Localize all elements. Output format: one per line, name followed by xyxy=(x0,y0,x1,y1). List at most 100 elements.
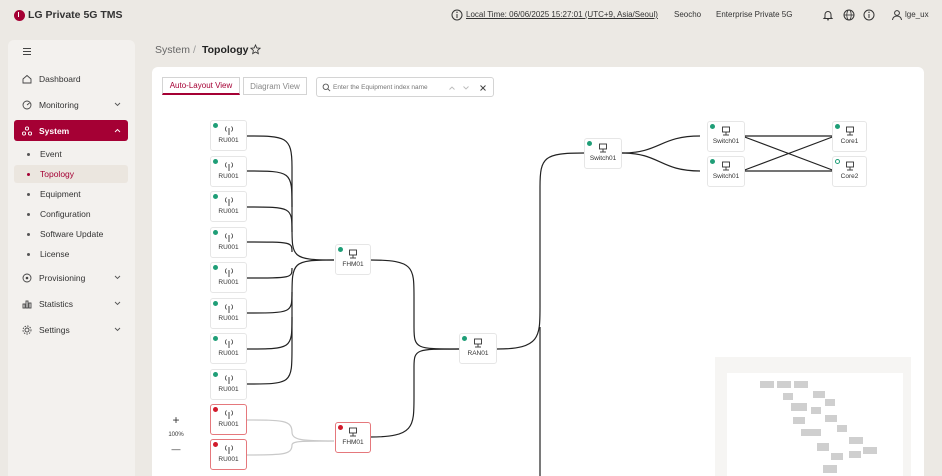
switch-node[interactable]: Switch01 xyxy=(707,121,745,152)
minimap-node xyxy=(817,443,829,451)
user-name[interactable]: lge_ux xyxy=(905,10,929,19)
ru-node-alarm[interactable]: RU001 xyxy=(210,439,247,470)
sidebar-item-system[interactable]: System xyxy=(14,120,128,141)
minimap-node xyxy=(791,403,807,411)
bullet xyxy=(27,212,30,216)
zoom-in-button[interactable]: + xyxy=(167,413,185,427)
chevron-up-icon xyxy=(114,128,121,133)
sidebar-subitem-label: Configuration xyxy=(40,209,91,219)
antenna-icon xyxy=(224,304,233,313)
chevron-down-icon xyxy=(114,301,121,306)
zoom-out-button[interactable]: — xyxy=(167,444,185,454)
ru-node[interactable]: RU001 xyxy=(210,120,247,151)
ru-node[interactable]: RU001 xyxy=(210,227,247,258)
sidebar-item-monitoring[interactable]: Monitoring xyxy=(14,94,128,115)
antenna-icon xyxy=(224,268,233,277)
antenna-icon xyxy=(224,410,233,419)
ru-node[interactable]: RU001 xyxy=(210,156,247,187)
globe-icon[interactable] xyxy=(843,9,855,21)
ru-node[interactable]: RU001 xyxy=(210,298,247,329)
sidebar-subitem-topology[interactable]: Topology xyxy=(14,165,128,183)
star-icon[interactable] xyxy=(250,44,261,55)
minimap-node xyxy=(777,381,791,388)
sidebar-subitem-configuration[interactable]: Configuration xyxy=(14,205,128,223)
node-label: Switch01 xyxy=(589,155,617,162)
home-icon xyxy=(22,74,32,83)
ru-node[interactable]: RU001 xyxy=(210,191,247,222)
status-dot xyxy=(835,124,840,129)
status-dot xyxy=(213,442,218,447)
sidebar-item-label: Monitoring xyxy=(39,99,79,110)
node-label: RAN01 xyxy=(467,350,489,357)
antenna-icon xyxy=(224,126,233,135)
status-dot xyxy=(587,141,592,146)
node-label: Core1 xyxy=(840,138,859,145)
minimap-node xyxy=(849,451,861,458)
minimap-node xyxy=(811,407,821,414)
node-label: RU001 xyxy=(218,244,239,251)
status-dot xyxy=(213,301,218,306)
status-dot xyxy=(213,159,218,164)
sidebar-item-label: Dashboard xyxy=(39,73,81,84)
fhm-node[interactable]: FHM01 xyxy=(335,244,371,275)
bell-icon[interactable] xyxy=(822,9,834,21)
node-label: FHM01 xyxy=(342,261,364,268)
sidebar-subitem-label: Software Update xyxy=(40,229,104,239)
minimap-node xyxy=(825,399,835,406)
status-dot xyxy=(213,372,218,377)
minimap[interactable] xyxy=(715,357,911,476)
ru-node-alarm[interactable]: RU001 xyxy=(210,404,247,435)
ru-node[interactable]: RU001 xyxy=(210,262,247,293)
status-dot-hollow xyxy=(835,159,840,164)
sidebar-subitem-equipment[interactable]: Equipment xyxy=(14,185,128,203)
local-time[interactable]: Local Time: 06/06/2025 15:27:01 (UTC+9, … xyxy=(466,10,658,19)
switch-node[interactable]: Switch01 xyxy=(707,156,745,187)
minimap-node xyxy=(794,381,808,388)
user-icon[interactable] xyxy=(891,9,903,21)
info-icon[interactable] xyxy=(451,9,463,21)
antenna-icon xyxy=(224,375,233,384)
sidebar-item-settings[interactable]: Settings xyxy=(14,319,128,340)
status-dot xyxy=(213,407,218,412)
core-node[interactable]: Core1 xyxy=(832,121,867,152)
sidebar-subitem-software-update[interactable]: Software Update xyxy=(14,225,128,243)
bullet xyxy=(27,152,30,156)
ru-node[interactable]: RU001 xyxy=(210,369,247,400)
sidebar-subitem-event[interactable]: Event xyxy=(14,145,128,163)
core-node[interactable]: Core2 xyxy=(832,156,867,187)
minimap-node xyxy=(831,453,843,460)
node-label: Core2 xyxy=(840,173,859,180)
sidebar-item-dashboard[interactable]: Dashboard xyxy=(14,68,128,89)
equipment-icon xyxy=(845,126,854,136)
fhm-node-alarm[interactable]: FHM01 xyxy=(335,422,371,453)
chevron-down-icon xyxy=(114,275,121,280)
gear-icon xyxy=(22,325,32,334)
sidebar-subitem-label: Topology xyxy=(40,169,75,179)
ran-node[interactable]: RAN01 xyxy=(459,333,497,364)
sidebar-subitem-label: Event xyxy=(40,149,62,159)
equipment-icon xyxy=(474,338,482,348)
help-info-icon[interactable] xyxy=(863,9,875,21)
node-label: RU001 xyxy=(218,456,239,463)
brand-logo[interactable]: LG Private 5G TMS xyxy=(14,9,123,21)
top-bar: LG Private 5G TMS Local Time: 06/06/2025… xyxy=(0,0,942,32)
hamburger-menu-icon[interactable] xyxy=(22,47,32,56)
sidebar-subitem-license[interactable]: License xyxy=(14,245,128,263)
sidebar-item-statistics[interactable]: Statistics xyxy=(14,293,128,314)
node-label: RU001 xyxy=(218,421,239,428)
switch-node[interactable]: Switch01 xyxy=(584,138,622,169)
minimap-node xyxy=(760,381,774,388)
minimap-node xyxy=(783,393,793,400)
status-dot xyxy=(213,336,218,341)
minimap-node xyxy=(793,417,805,424)
sidebar-subitem-label: License xyxy=(40,249,70,259)
site-name: Seocho xyxy=(674,10,702,19)
antenna-icon xyxy=(224,197,233,206)
status-dot xyxy=(710,159,715,164)
breadcrumb-parent[interactable]: System xyxy=(155,44,190,56)
equipment-icon xyxy=(349,427,357,437)
minimap-node xyxy=(801,429,821,436)
lg-logo-icon xyxy=(14,9,25,21)
ru-node[interactable]: RU001 xyxy=(210,333,247,364)
sidebar-item-provisioning[interactable]: Provisioning xyxy=(14,267,128,288)
